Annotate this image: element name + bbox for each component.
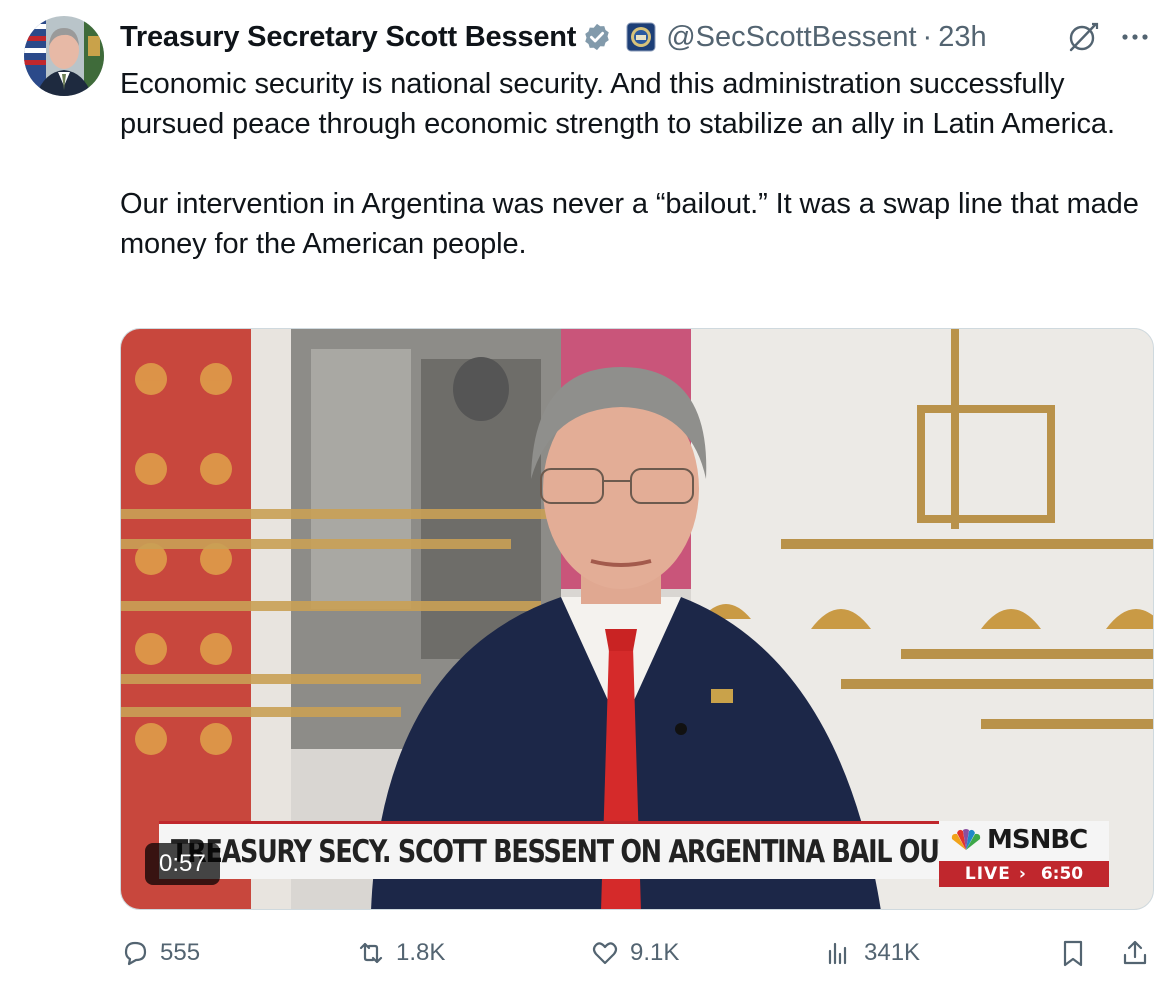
like-count: 9.1K	[630, 939, 680, 966]
avatar-image	[24, 16, 104, 96]
live-arrow: ›	[1018, 864, 1027, 884]
repost-icon	[359, 942, 383, 964]
verified-badge-icon[interactable]	[582, 22, 612, 52]
live-label: LIVE	[964, 864, 1011, 884]
repost-count: 1.8K	[396, 939, 446, 966]
video-duration: 0:57	[145, 843, 220, 885]
treasury-seal-icon[interactable]	[626, 22, 656, 52]
bookmark-button[interactable]	[1058, 938, 1088, 968]
view-count: 341K	[864, 939, 921, 966]
reply-count: 555	[160, 939, 201, 966]
views-button[interactable]: 341K	[824, 938, 920, 968]
peacock-icon	[951, 829, 981, 850]
share-icon	[1123, 940, 1147, 965]
tweet-header: Treasury Secretary Scott Bessent @SecSco…	[120, 15, 987, 59]
share-button[interactable]	[1120, 938, 1150, 968]
separator: ·	[922, 20, 933, 53]
avatar[interactable]	[24, 16, 104, 96]
action-bar: 555 1.8K 9.1K 341K	[0, 938, 1176, 978]
reply-button[interactable]: 555	[120, 938, 200, 968]
chyron-text: TREASURY SECY. SCOTT BESSENT ON ARGENTIN…	[171, 833, 947, 870]
tweet-text: Economic security is national security. …	[120, 64, 1165, 264]
reply-icon	[124, 941, 147, 966]
grok-icon[interactable]	[1066, 20, 1100, 54]
repost-button[interactable]: 1.8K	[356, 938, 445, 968]
video-player[interactable]: TREASURY SECY. SCOTT BESSENT ON ARGENTIN…	[120, 328, 1154, 910]
chyron: TREASURY SECY. SCOTT BESSENT ON ARGENTIN…	[159, 821, 947, 879]
tweet-paragraph: Our intervention in Argentina was never …	[120, 188, 1139, 260]
like-button[interactable]: 9.1K	[590, 938, 679, 968]
network-logo: MSNBC	[949, 825, 1088, 855]
timestamp[interactable]: 23h	[938, 21, 986, 54]
tweet-paragraph: Economic security is national security. …	[120, 68, 1115, 140]
author-handle[interactable]: @SecScottBessent	[666, 21, 916, 54]
network-name: MSNBC	[987, 825, 1088, 855]
more-icon[interactable]	[1118, 22, 1152, 52]
views-icon	[828, 942, 847, 965]
bookmark-icon	[1063, 940, 1083, 967]
live-indicator: LIVE › 6:50	[939, 861, 1109, 887]
like-icon	[592, 942, 618, 965]
live-clock: 6:50	[1040, 864, 1084, 884]
author-display-name[interactable]: Treasury Secretary Scott Bessent	[120, 21, 576, 54]
